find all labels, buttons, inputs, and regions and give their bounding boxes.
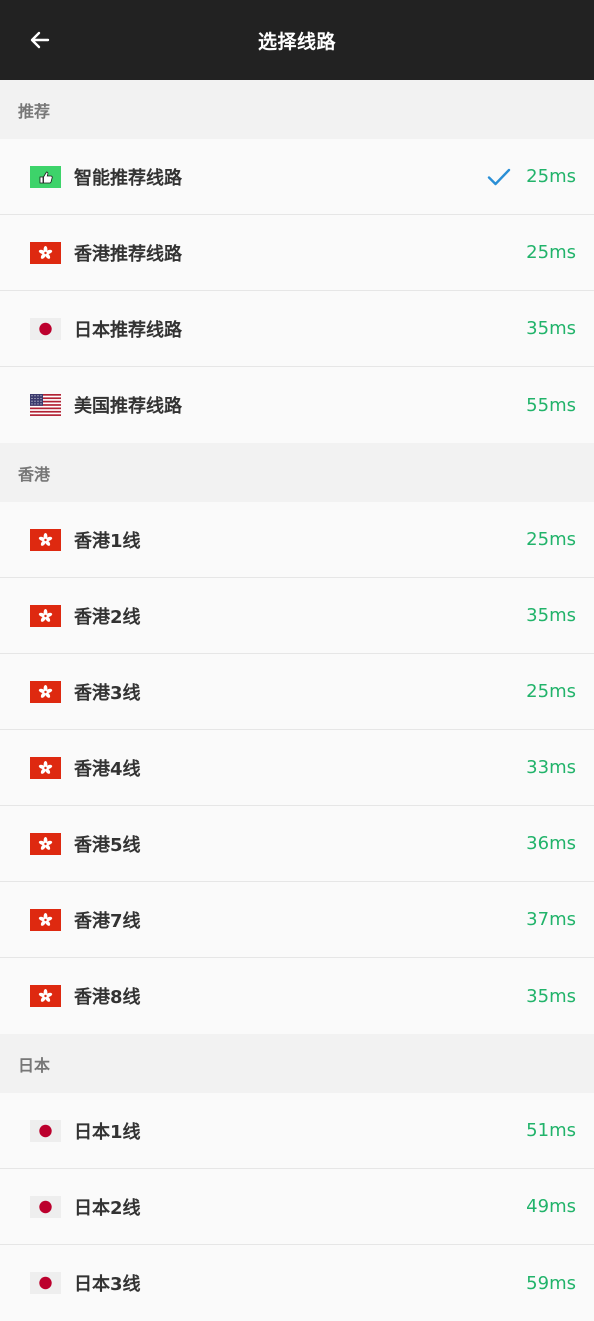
route-label: 香港8线	[74, 987, 141, 1008]
us-flag-icon	[30, 394, 61, 416]
jp-flag-icon	[30, 317, 61, 340]
route-label: 美国推荐线路	[74, 396, 182, 417]
route-item[interactable]: 香港推荐线路 25ms	[0, 215, 594, 291]
latency-value: 25ms	[526, 242, 576, 263]
route-item[interactable]: 日本1线 51ms	[0, 1093, 594, 1169]
latency-value: 35ms	[526, 605, 576, 626]
latency-value: 25ms	[526, 529, 576, 550]
jp-flag-icon	[30, 1272, 61, 1294]
hk-flag-icon	[30, 908, 61, 931]
route-item[interactable]: 香港3线 25ms	[0, 654, 594, 730]
route-label: 香港5线	[74, 834, 141, 856]
hk-flag-icon	[30, 832, 61, 855]
route-item[interactable]: 香港2线 35ms	[0, 578, 594, 654]
hk-flag-icon	[30, 756, 61, 779]
arrow-left-icon	[30, 31, 50, 49]
hk-flag-icon	[30, 528, 61, 551]
latency-value: 33ms	[526, 757, 576, 778]
latency-value: 51ms	[526, 1120, 576, 1141]
route-label: 香港3线	[74, 682, 141, 704]
jp-flag-icon	[30, 1119, 61, 1142]
jp-flag-icon	[30, 1195, 61, 1218]
route-label: 香港7线	[74, 910, 141, 932]
route-item[interactable]: 香港1线 25ms	[0, 502, 594, 578]
route-label: 香港1线	[74, 530, 141, 552]
hk-flag-icon	[30, 241, 61, 264]
route-label: 日本2线	[74, 1197, 141, 1219]
route-item[interactable]: 香港7线 37ms	[0, 882, 594, 958]
hk-flag-icon	[30, 680, 61, 703]
route-item[interactable]: 智能推荐线路 25ms	[0, 139, 594, 215]
hk-flag-icon	[30, 985, 61, 1007]
latency-value: 49ms	[526, 1196, 576, 1217]
route-label: 日本3线	[74, 1274, 141, 1295]
route-item[interactable]: 日本推荐线路 35ms	[0, 291, 594, 367]
route-list: 推荐智能推荐线路 25ms 香港推荐线路 25ms 日本推荐线路 35ms 美国推荐线路 55…	[0, 80, 594, 1321]
latency-value: 55ms	[526, 394, 576, 416]
route-label: 香港4线	[74, 758, 141, 780]
back-button[interactable]	[22, 22, 58, 58]
latency-value: 25ms	[526, 681, 576, 702]
route-label: 智能推荐线路	[74, 167, 182, 189]
section-header: 香港	[0, 443, 594, 502]
app-bar: 选择线路	[0, 0, 594, 80]
latency-value: 37ms	[526, 909, 576, 930]
route-item[interactable]: 日本3线 59ms	[0, 1245, 594, 1321]
section-header: 日本	[0, 1034, 594, 1093]
route-item[interactable]: 日本2线 49ms	[0, 1169, 594, 1245]
page-title: 选择线路	[257, 30, 336, 53]
latency-value: 25ms	[526, 166, 576, 187]
latency-value: 36ms	[526, 833, 576, 854]
latency-value: 35ms	[526, 318, 576, 339]
route-label: 香港推荐线路	[74, 243, 182, 265]
section-header: 推荐	[0, 80, 594, 139]
route-label: 香港2线	[74, 606, 141, 628]
latency-value: 59ms	[526, 1272, 576, 1294]
route-item[interactable]: 香港4线 33ms	[0, 730, 594, 806]
route-item[interactable]: 香港8线 35ms	[0, 958, 594, 1034]
checkmark-icon	[487, 168, 511, 185]
hk-flag-icon	[30, 604, 61, 627]
route-label: 日本推荐线路	[74, 319, 182, 341]
route-item[interactable]: 香港5线 36ms	[0, 806, 594, 882]
latency-value: 35ms	[526, 985, 576, 1007]
route-label: 日本1线	[74, 1121, 141, 1143]
route-item[interactable]: 美国推荐线路 55ms	[0, 367, 594, 443]
smart-icon	[30, 165, 61, 188]
